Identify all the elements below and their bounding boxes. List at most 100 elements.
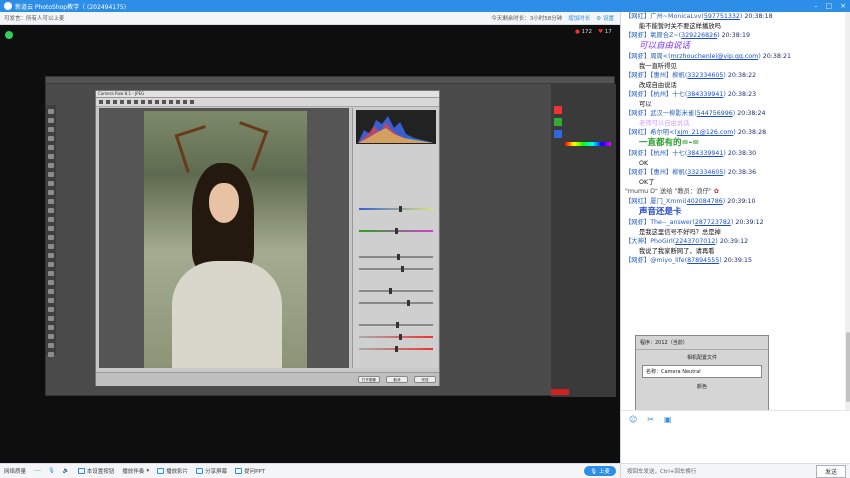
chat-message-text: OK: [639, 159, 649, 167]
chat-message-meta: 【网红】希尔明<(xjm_21@126.com) 20:38:28: [625, 129, 767, 136]
chat-screenshot[interactable]: 程序：2012（当前） 相机配置文件 名称：Camera Neutral 颜色: [635, 335, 769, 410]
chat-sender-link[interactable]: 87894555: [687, 257, 719, 264]
scissors-icon[interactable]: ✂: [647, 415, 654, 424]
face-shape: [209, 183, 239, 223]
share-screen-button[interactable]: 分享屏幕: [196, 467, 227, 475]
chat-sender-link[interactable]: 597751332: [704, 13, 740, 20]
chat-message: 【网虾】【惠州】柳帆(332334605) 20:38:36 OK了: [621, 168, 850, 187]
slider-saturation[interactable]: [359, 346, 433, 352]
chat-message-meta: 【网红】厦门_Xmmi(402084786) 20:39:10: [625, 198, 756, 205]
chat-sender-link[interactable]: 332334605: [687, 169, 723, 176]
chat-gift-notice: "mumu D" 送给 "教员：浪仔" ✿: [621, 187, 850, 197]
chat-time: 20:38:28: [737, 129, 767, 136]
slider-vibrance[interactable]: [359, 334, 433, 340]
chat-sender-link[interactable]: mrzhouchenlei@vip.qq.com: [671, 53, 759, 60]
network-quality-bars: ------: [34, 468, 41, 474]
chat-message-text: 老师可以自由说话: [639, 119, 690, 127]
chat-sender: 【网红】希尔明<: [625, 129, 675, 136]
speaker-icon[interactable]: 🔈: [63, 468, 70, 474]
chat-message-meta: 【网虾】氧原合Z~(329226826) 20:38:19: [625, 32, 750, 39]
close-button[interactable]: ×: [840, 2, 846, 10]
chat-sender-link[interactable]: 402084786: [687, 198, 723, 205]
settings-label: 设置: [602, 16, 614, 22]
chat-sender-link[interactable]: 384339941: [687, 91, 723, 98]
ps-red-marker: [551, 389, 569, 395]
slider-tint[interactable]: [359, 228, 433, 234]
play-video-button[interactable]: 播放影片: [157, 467, 188, 475]
chat-message: 【大神】PhoGirl(2243707012) 20:39:12 我说了我家断网了…: [621, 237, 850, 256]
cancel-button[interactable]: 取消: [386, 376, 408, 383]
person-icon: ●: [575, 29, 580, 35]
microphone-icon[interactable]: 🎙: [48, 468, 55, 474]
chat-time: 20:38:36: [727, 169, 757, 176]
chat-footer: 按回车发送，Ctrl+回车换行 发送: [620, 463, 850, 478]
done-button[interactable]: 完成: [414, 376, 436, 383]
chat-message-text: 声音还是卡: [639, 206, 682, 217]
camera-raw-settings: [352, 108, 438, 368]
send-button[interactable]: 发送: [815, 464, 846, 478]
slider-temp[interactable]: [359, 206, 433, 212]
chat-sender: 【网虾】周周<: [625, 53, 669, 60]
chat-sender-link[interactable]: 287723782: [695, 219, 731, 226]
chat-time: 20:38:30: [727, 150, 757, 157]
chat-time: 20:38:22: [727, 72, 757, 79]
chat-time: 20:39:12: [719, 238, 749, 245]
window-controls: – □ ×: [814, 0, 846, 12]
ppt-button[interactable]: 提问PPT: [235, 467, 265, 475]
play-video-label: 播放影片: [166, 469, 189, 475]
app-logo-icon: [4, 2, 12, 10]
chat-message-meta: 【网虾】【惠州】柳帆(332334605) 20:38:22: [625, 72, 757, 79]
slider-clarity[interactable]: [359, 322, 433, 328]
viewer-count: ● 172: [575, 29, 592, 35]
chat-input[interactable]: [620, 428, 850, 463]
chat-gift-text: "mumu D" 送给 "教员：浪仔": [625, 188, 712, 195]
chat-message-text: 可以: [639, 100, 652, 108]
chat-sender-link[interactable]: 329226826: [681, 32, 717, 39]
emoji-icon[interactable]: ☺: [629, 415, 637, 424]
ppt-label: 提问PPT: [244, 469, 266, 475]
chat-sender-link[interactable]: 332334605: [687, 72, 723, 79]
chat-message-meta: 【网红】广州~MonicaLvv(597751332) 20:38:18: [625, 13, 773, 20]
chat-time: 20:38:21: [762, 53, 792, 60]
slider-highlights[interactable]: [359, 288, 433, 294]
film-icon: [157, 468, 165, 474]
play-music-button[interactable]: 播放伴奏 ▾: [122, 467, 149, 475]
chat-message-meta: 【网虾】武汉一柳影米雀(544756996) 20:38:24: [625, 110, 766, 117]
swatch-red: [554, 106, 562, 114]
swatch-blue: [554, 130, 562, 138]
slider-contrast[interactable]: [359, 266, 433, 272]
window-title: 新道云 PhotoShop教学（ (202494175): [15, 3, 127, 11]
chat-message-meta: 【网虾】@miyo_life(87894555) 20:39:15: [625, 257, 752, 264]
chat-sender: 【网虾】【惠州】柳帆: [625, 72, 685, 79]
chat-scroll-thumb[interactable]: [846, 332, 850, 402]
heart-icon: ♥: [598, 29, 603, 35]
chat-message: 【网虾】@miyo_life(87894555) 20:39:15: [621, 256, 850, 266]
ps-menubar: [46, 77, 614, 84]
chat-sender-link[interactable]: 544756996: [697, 110, 733, 117]
histogram: [356, 110, 436, 144]
add-time-link[interactable]: 增加时长: [568, 14, 590, 22]
slider-exposure[interactable]: [359, 254, 433, 260]
open-image-button[interactable]: 打开图像: [358, 376, 380, 383]
maximize-button[interactable]: □: [826, 2, 833, 10]
image-icon[interactable]: ▣: [664, 415, 672, 424]
chat-sender-link[interactable]: xjm_21@126.com: [677, 129, 734, 136]
chat-sender-link[interactable]: 384339941: [687, 150, 723, 157]
chat-sender-link[interactable]: 2243707012: [675, 238, 715, 245]
chat-message-list: 【网红】广州~MonicaLvv(597751332) 20:38:18 能不能暂…: [621, 12, 850, 266]
settings-button[interactable]: 本设置按钮: [77, 467, 114, 475]
color-ramp: [565, 142, 611, 146]
settings-link[interactable]: ⚙ 设置: [596, 14, 614, 22]
minimize-button[interactable]: –: [814, 2, 818, 10]
slider-shadows[interactable]: [359, 300, 433, 306]
chat-time: 20:39:12: [735, 219, 764, 226]
chat-sender: 【网虾】武汉一柳影米雀: [625, 110, 695, 117]
chat-sender: 【网虾】【惠州】柳帆: [625, 169, 685, 176]
chat-scrollbar[interactable]: [845, 12, 850, 410]
chat-time: 20:38:19: [721, 32, 750, 39]
chat-message-text: 是我这里信号不好吗？总是掉: [639, 228, 721, 236]
chat-sender: 【网虾】【杭州】十七: [625, 150, 685, 157]
up-mic-button[interactable]: 🎙 上麦: [584, 466, 616, 476]
chat-message-meta: 【大神】PhoGirl(2243707012) 20:39:12: [625, 238, 749, 245]
chat-message-text: 可以自由说话: [639, 40, 691, 51]
